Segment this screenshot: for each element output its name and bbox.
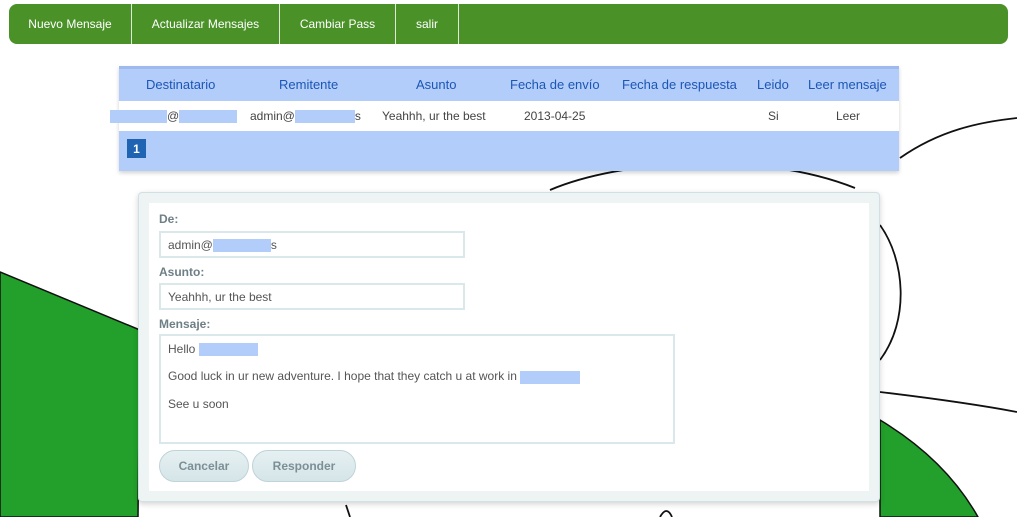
reply-button[interactable]: Responder bbox=[252, 450, 356, 482]
mensaje-line-3: See u soon bbox=[168, 396, 229, 411]
header-destinatario[interactable]: Destinatario bbox=[146, 77, 215, 92]
redacted-block bbox=[520, 370, 581, 384]
nav-actualizar-mensajes[interactable]: Actualizar Mensajes bbox=[132, 4, 280, 44]
nav-nuevo-mensaje[interactable]: Nuevo Mensaje bbox=[9, 4, 132, 44]
header-remitente[interactable]: Remitente bbox=[279, 77, 338, 92]
curve-line-4 bbox=[879, 391, 1017, 413]
curve-line-2 bbox=[899, 117, 1017, 159]
top-nav-bar: Nuevo Mensaje Actualizar Mensajes Cambia… bbox=[9, 4, 1008, 44]
message-form: De: admin@ s Asunto: Yeahhh, ur the best … bbox=[149, 203, 869, 491]
mensaje-label: Mensaje: bbox=[159, 317, 211, 331]
de-suffix: s bbox=[270, 238, 277, 252]
mensaje-line-2: Good luck in ur new adventure. I hope th… bbox=[168, 369, 673, 384]
header-leido[interactable]: Leido bbox=[757, 77, 789, 92]
redacted-block bbox=[179, 110, 238, 124]
curve-line-3 bbox=[879, 224, 902, 361]
message-form-panel: De: admin@ s Asunto: Yeahhh, ur the best … bbox=[138, 192, 880, 502]
header-asunto[interactable]: Asunto bbox=[416, 77, 456, 92]
nav-cambiar-pass[interactable]: Cambiar Pass bbox=[280, 4, 396, 44]
redacted-block bbox=[110, 110, 167, 124]
cell-leido: Si bbox=[768, 109, 779, 123]
cell-asunto: Yeahhh, ur the best bbox=[382, 109, 486, 123]
cell-remitente: admin@ s bbox=[250, 109, 361, 124]
header-leer-mensaje[interactable]: Leer mensaje bbox=[808, 77, 887, 92]
remitente-suffix: s bbox=[354, 109, 361, 123]
redacted-block bbox=[294, 110, 355, 124]
nav-salir[interactable]: salir bbox=[396, 4, 459, 44]
de-field[interactable]: admin@ s bbox=[159, 231, 465, 258]
header-fecha-envio[interactable]: Fecha de envío bbox=[510, 77, 600, 92]
mensaje-line-1: Hello bbox=[168, 342, 673, 357]
cell-fecha-envio: 2013-04-25 bbox=[524, 109, 586, 123]
curve-line-6 bbox=[659, 510, 673, 517]
table-row[interactable]: @ admin@ s Yeahhh, ur the best 2013-04-25… bbox=[110, 101, 899, 131]
curve-line-5 bbox=[345, 504, 351, 517]
asunto-field[interactable]: Yeahhh, ur the best bbox=[159, 283, 465, 310]
green-hill-left bbox=[0, 271, 141, 517]
mensaje-textarea[interactable]: Hello Good luck in ur new adventure. I h… bbox=[159, 334, 675, 444]
de-label: De: bbox=[159, 212, 179, 226]
asunto-label: Asunto: bbox=[159, 265, 205, 279]
green-hill-right bbox=[879, 418, 979, 517]
redacted-block bbox=[198, 343, 258, 357]
messages-table: Destinatario Remitente Asunto Fecha de e… bbox=[110, 66, 899, 171]
cancel-button[interactable]: Cancelar bbox=[159, 450, 249, 482]
de-prefix: admin@ bbox=[168, 238, 213, 252]
remitente-prefix: admin@ bbox=[250, 109, 295, 123]
pagination-page-1[interactable]: 1 bbox=[127, 139, 146, 158]
destinatario-at: @ bbox=[167, 109, 180, 123]
cell-leer-link[interactable]: Leer bbox=[836, 109, 860, 123]
table-header: Destinatario Remitente Asunto Fecha de e… bbox=[119, 66, 899, 101]
cell-destinatario: @ bbox=[110, 109, 238, 124]
redacted-block bbox=[212, 239, 271, 253]
header-fecha-respuesta[interactable]: Fecha de respuesta bbox=[622, 77, 737, 92]
